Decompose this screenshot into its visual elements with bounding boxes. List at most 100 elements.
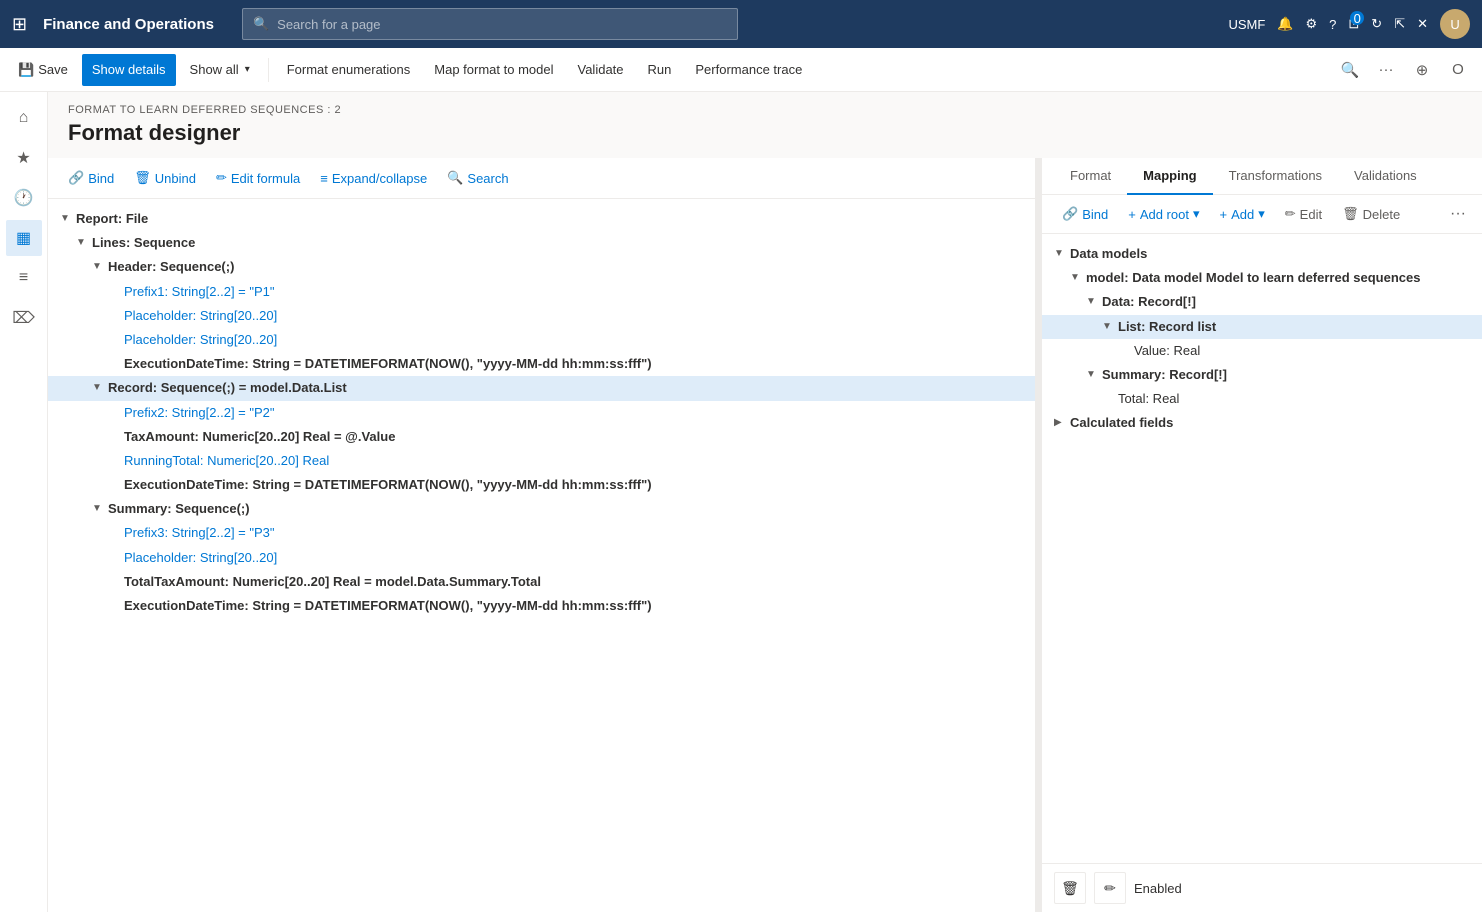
open-icon[interactable]: ⇱	[1394, 16, 1405, 32]
mapping-node-row[interactable]: ▼Summary: Record[!]	[1042, 363, 1482, 387]
tree-node-row[interactable]: ▼Summary: Sequence(;)	[48, 497, 1035, 521]
mapping-tab-format[interactable]: Format	[1054, 158, 1127, 195]
refresh-icon[interactable]: ↻	[1371, 16, 1382, 32]
expand-icon: ▼	[60, 212, 76, 226]
settings-icon[interactable]: ⚙	[1306, 16, 1318, 32]
run-button[interactable]: Run	[638, 54, 682, 86]
side-icon-favorites[interactable]: ★	[6, 140, 42, 176]
node-text: Summary: Record[!]	[1102, 366, 1227, 384]
mapping-footer: 🗑 ✏ Enabled	[1042, 863, 1482, 912]
node-text: Data: Record[!]	[1102, 293, 1196, 311]
tree-node-row[interactable]: TaxAmount: Numeric[20..20] Real = @.Valu…	[48, 425, 1035, 449]
node-text: ExecutionDateTime: String = DATETIMEFORM…	[124, 355, 652, 373]
mapping-toolbar: 🔗 Bind + Add root ▾ + Add ▾ ✏	[1042, 195, 1482, 234]
tree-node-row[interactable]: RunningTotal: Numeric[20..20] Real	[48, 449, 1035, 473]
top-navigation: ⊞ Finance and Operations 🔍 USMF 🔔 ⚙ ? ⊡ …	[0, 0, 1482, 48]
footer-edit-button[interactable]: ✏	[1094, 872, 1126, 904]
expand-icon: ≡	[320, 171, 328, 186]
global-search-input[interactable]	[277, 17, 727, 32]
mapping-node-row[interactable]: ▼Data: Record[!]	[1042, 290, 1482, 314]
side-icon-recent[interactable]: 🕐	[6, 180, 42, 216]
tree-expand-collapse-button[interactable]: ≡ Expand/collapse	[312, 167, 435, 190]
side-icon-calendar[interactable]: ▦	[6, 220, 42, 256]
tree-node-row[interactable]: ▼Report: File	[48, 207, 1035, 231]
node-text: Summary: Sequence(;)	[108, 500, 250, 518]
mapping-more-button[interactable]: ···	[1446, 201, 1470, 227]
tree-node-row[interactable]: Placeholder: String[20..20]	[48, 546, 1035, 570]
node-text: Record: Sequence(;) = model.Data.List	[108, 379, 347, 397]
mapping-tab-mapping[interactable]: Mapping	[1127, 158, 1212, 195]
side-icon-filter[interactable]: ⌦	[6, 300, 42, 336]
tree-edit-formula-button[interactable]: ✏ Edit formula	[208, 166, 308, 190]
tree-toolbar: 🔗 Bind 🗑 Unbind ✏ Edit formula ≡ Expand/…	[48, 158, 1035, 199]
tree-node-row[interactable]: ExecutionDateTime: String = DATETIMEFORM…	[48, 473, 1035, 497]
tree-node-row[interactable]: Placeholder: String[20..20]	[48, 304, 1035, 328]
tree-node-row[interactable]: Prefix1: String[2..2] = "P1"	[48, 280, 1035, 304]
toolbar-settings-button[interactable]: ⊕	[1406, 54, 1438, 86]
tree-search-button[interactable]: 🔍 Search	[439, 166, 516, 190]
format-enumerations-button[interactable]: Format enumerations	[277, 54, 421, 86]
node-text: ExecutionDateTime: String = DATETIMEFORM…	[124, 476, 652, 494]
mapping-tab-transformations[interactable]: Transformations	[1213, 158, 1338, 195]
tree-content: ▼Report: File▼Lines: Sequence▼Header: Se…	[48, 199, 1035, 912]
tree-node-row[interactable]: Placeholder: String[20..20]	[48, 328, 1035, 352]
mapping-edit-button[interactable]: ✏ Edit	[1277, 202, 1330, 226]
mapping-node-row[interactable]: Value: Real	[1042, 339, 1482, 363]
chevron-down-icon: ▾	[245, 64, 250, 75]
mapping-node-row[interactable]: ▼Data models	[1042, 242, 1482, 266]
tree-unbind-button[interactable]: 🗑 Unbind	[126, 166, 204, 190]
mapping-add-button[interactable]: + Add ▾	[1212, 202, 1273, 226]
toolbar-more-button[interactable]: ···	[1370, 54, 1402, 86]
mapping-tab-validations[interactable]: Validations	[1338, 158, 1433, 195]
tree-node-row[interactable]: ▼Record: Sequence(;) = model.Data.List	[48, 376, 1035, 400]
badge-count: 0	[1350, 11, 1364, 25]
expand-icon: ▶	[1054, 416, 1070, 430]
tree-node-row[interactable]: Prefix3: String[2..2] = "P3"	[48, 521, 1035, 545]
performance-trace-button[interactable]: Performance trace	[685, 54, 812, 86]
mapping-node-row[interactable]: ▶Calculated fields	[1042, 411, 1482, 435]
tree-node-row[interactable]: ExecutionDateTime: String = DATETIMEFORM…	[48, 352, 1035, 376]
show-all-button[interactable]: Show all ▾	[180, 54, 260, 86]
help-icon[interactable]: ?	[1329, 17, 1336, 32]
global-search-bar[interactable]: 🔍	[242, 8, 738, 40]
node-text: ExecutionDateTime: String = DATETIMEFORM…	[124, 597, 652, 615]
expand-icon: ▼	[92, 260, 108, 274]
mapping-add-root-button[interactable]: + Add root ▾	[1120, 202, 1207, 226]
avatar[interactable]: U	[1440, 9, 1470, 39]
search-icon: 🔍	[447, 170, 463, 186]
mapping-bind-button[interactable]: 🔗 Bind	[1054, 202, 1116, 226]
node-text: Prefix2: String[2..2] = "P2"	[124, 404, 275, 422]
validate-button[interactable]: Validate	[568, 54, 634, 86]
node-text: model: Data model Model to learn deferre…	[1086, 269, 1420, 287]
mapping-node-row[interactable]: Total: Real	[1042, 387, 1482, 411]
node-text: Header: Sequence(;)	[108, 258, 234, 276]
node-text: Calculated fields	[1070, 414, 1173, 432]
tree-node-row[interactable]: ExecutionDateTime: String = DATETIMEFORM…	[48, 594, 1035, 618]
mapping-node-row[interactable]: ▼model: Data model Model to learn deferr…	[1042, 266, 1482, 290]
save-button[interactable]: 💾 Save	[8, 54, 78, 86]
tree-node-row[interactable]: Prefix2: String[2..2] = "P2"	[48, 401, 1035, 425]
toolbar-office-button[interactable]: O	[1442, 54, 1474, 86]
content-panel: FORMAT TO LEARN DEFERRED SEQUENCES : 2 F…	[48, 92, 1482, 912]
mapping-node-row[interactable]: ▼List: Record list	[1042, 315, 1482, 339]
tree-bind-button[interactable]: 🔗 Bind	[60, 166, 122, 190]
tree-node-row[interactable]: TotalTaxAmount: Numeric[20..20] Real = m…	[48, 570, 1035, 594]
page-title: Format designer	[48, 120, 1482, 158]
badge-container: ⊡ 0	[1348, 16, 1359, 32]
map-format-to-model-button[interactable]: Map format to model	[424, 54, 563, 86]
toolbar-search-button[interactable]: 🔍	[1334, 54, 1366, 86]
mapping-delete-button[interactable]: 🗑 Delete	[1334, 202, 1408, 226]
side-icon-list[interactable]: ≡	[6, 260, 42, 296]
node-text: Placeholder: String[20..20]	[124, 549, 277, 567]
close-icon[interactable]: ✕	[1417, 16, 1428, 32]
footer-delete-button[interactable]: 🗑	[1054, 872, 1086, 904]
side-icon-home[interactable]: ⌂	[6, 100, 42, 136]
expand-icon: ▼	[1086, 295, 1102, 309]
tree-node-row[interactable]: ▼Header: Sequence(;)	[48, 255, 1035, 279]
node-text: Total: Real	[1118, 390, 1179, 408]
tree-node-row[interactable]: ▼Lines: Sequence	[48, 231, 1035, 255]
grid-icon[interactable]: ⊞	[12, 14, 27, 35]
notification-icon[interactable]: 🔔	[1277, 16, 1293, 32]
show-details-button[interactable]: Show details	[82, 54, 176, 86]
node-text: Report: File	[76, 210, 148, 228]
